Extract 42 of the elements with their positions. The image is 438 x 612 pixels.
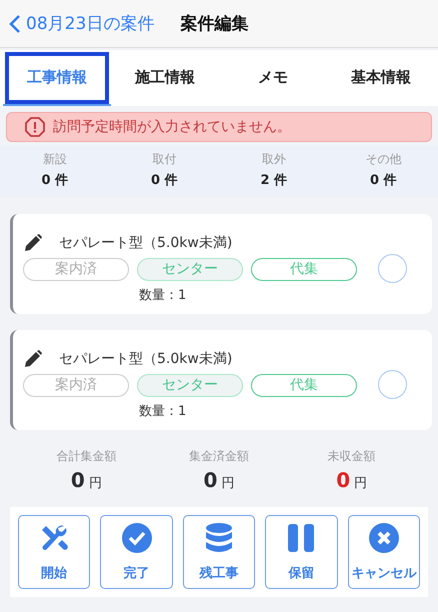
total-amount: 0 (336, 468, 350, 492)
item-name: セパレート型（5.0kw未満) (59, 350, 232, 368)
close-circle-icon (368, 522, 400, 554)
currency-unit: 円 (354, 475, 368, 492)
count-label: 取外 (262, 151, 286, 168)
count-label: その他 (365, 151, 402, 168)
currency-unit: 円 (88, 475, 102, 492)
count-value: 0 件 (41, 172, 68, 189)
back-chevron-icon (8, 14, 22, 34)
currency-unit: 円 (221, 475, 234, 492)
tag[interactable]: センター (137, 258, 243, 280)
action-button[interactable]: 完了 (100, 515, 173, 589)
warning-icon (25, 117, 45, 137)
total-label: 未収金額 (328, 448, 376, 465)
back-link[interactable]: 08月23日の案件 (8, 12, 154, 35)
page-title: 案件編集 (180, 13, 248, 35)
count-label: 取付 (152, 151, 176, 168)
action-button[interactable]: 開始 (18, 515, 90, 589)
total-amount: 0 (70, 468, 85, 492)
item-name: セパレート型（5.0kw未満) (59, 234, 232, 252)
item-quantity: 数量：1 (139, 286, 188, 304)
total-label: 合計集金額 (56, 448, 116, 465)
alert-message: 訪問予定時間が入力されていません。 (53, 118, 291, 136)
check-circle-icon (120, 522, 153, 554)
count-value: 2 件 (260, 172, 288, 189)
count-value: 0 件 (370, 172, 397, 189)
pencil-icon[interactable] (23, 348, 43, 368)
tag[interactable]: 代集 (251, 258, 357, 280)
action-button[interactable]: 保留 (265, 515, 338, 589)
item-quantity: 数量：1 (139, 402, 188, 420)
total-label: 集金済金額 (188, 448, 249, 465)
total-amount: 0 (204, 468, 218, 492)
tag[interactable]: 代集 (251, 374, 357, 396)
count-label: 新設 (42, 151, 67, 168)
tag[interactable]: センター (137, 374, 243, 396)
count-value: 0 件 (150, 172, 178, 189)
pencil-icon[interactable] (23, 232, 43, 252)
tab[interactable]: 工事情報 (3, 50, 111, 106)
action-button[interactable]: キャンセル (348, 515, 420, 589)
tag[interactable]: 案内済 (23, 374, 129, 396)
tag[interactable]: 案内済 (23, 258, 129, 280)
action-button[interactable]: 残工事 (182, 515, 256, 589)
